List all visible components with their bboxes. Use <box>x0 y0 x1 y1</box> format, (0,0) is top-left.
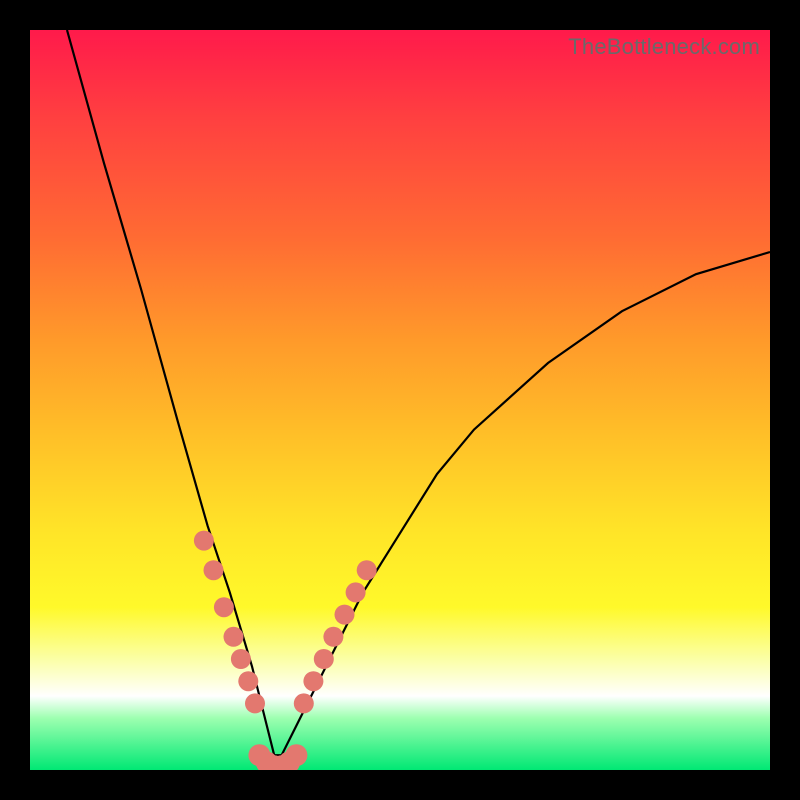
chart-overlay-svg <box>30 30 770 770</box>
dot <box>238 671 258 691</box>
dot <box>357 560 377 580</box>
dot <box>224 627 244 647</box>
dot <box>256 752 278 770</box>
dot <box>248 744 270 766</box>
dot <box>294 693 314 713</box>
dot <box>303 671 323 691</box>
dot <box>271 755 293 770</box>
highlight-dots <box>194 531 377 770</box>
dot <box>194 531 214 551</box>
dot <box>346 582 366 602</box>
dot <box>335 605 355 625</box>
dot <box>278 752 300 770</box>
dot <box>245 693 265 713</box>
dot <box>204 560 224 580</box>
watermark-text: TheBottleneck.com <box>568 34 760 60</box>
plot-area: TheBottleneck.com <box>30 30 770 770</box>
dot <box>231 649 251 669</box>
dot <box>263 755 285 770</box>
dot <box>323 627 343 647</box>
chart-stage: TheBottleneck.com <box>0 0 800 800</box>
dot <box>214 597 234 617</box>
dot <box>314 649 334 669</box>
dot <box>285 744 307 766</box>
v-curve <box>67 30 770 755</box>
